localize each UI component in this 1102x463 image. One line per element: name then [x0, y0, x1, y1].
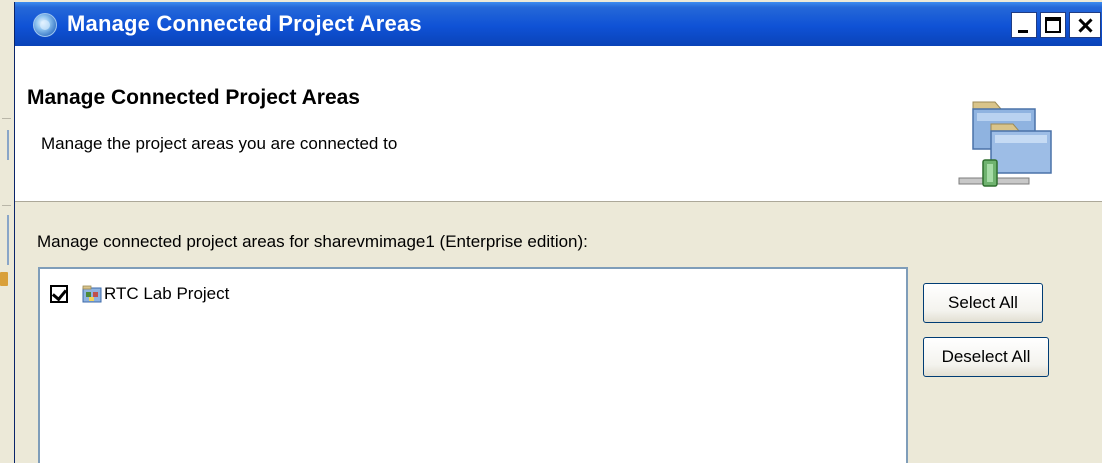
- instruction-label: Manage connected project areas for share…: [37, 232, 588, 251]
- project-checkbox[interactable]: [50, 285, 68, 303]
- minimize-button[interactable]: [1011, 12, 1037, 38]
- project-area-icon: [82, 285, 102, 303]
- background-divider: [7, 215, 9, 265]
- background-divider: [7, 130, 9, 160]
- background-divider: [2, 205, 11, 206]
- connected-folders-icon: [958, 101, 1052, 187]
- project-label: RTC Lab Project: [104, 284, 230, 303]
- select-all-button[interactable]: Select All: [923, 283, 1043, 323]
- maximize-button[interactable]: [1040, 12, 1066, 38]
- background-divider: [2, 118, 11, 119]
- page-description: Manage the project areas you are connect…: [41, 134, 398, 153]
- list-item[interactable]: RTC Lab Project: [50, 283, 229, 305]
- background-window-edge: [0, 0, 14, 463]
- page-title: Manage Connected Project Areas: [27, 86, 360, 109]
- project-area-list[interactable]: RTC Lab Project: [38, 267, 908, 463]
- header-banner: Manage Connected Project Areas Manage th…: [15, 46, 1102, 202]
- background-icon: [0, 272, 8, 286]
- window-title: Manage Connected Project Areas: [67, 11, 422, 36]
- close-button[interactable]: [1069, 12, 1101, 38]
- deselect-all-button[interactable]: Deselect All: [923, 337, 1049, 377]
- title-bar[interactable]: Manage Connected Project Areas: [15, 2, 1102, 46]
- eclipse-dialog-icon: [33, 13, 57, 37]
- dialog-window: Manage Connected Project Areas Manage Co…: [14, 2, 1102, 463]
